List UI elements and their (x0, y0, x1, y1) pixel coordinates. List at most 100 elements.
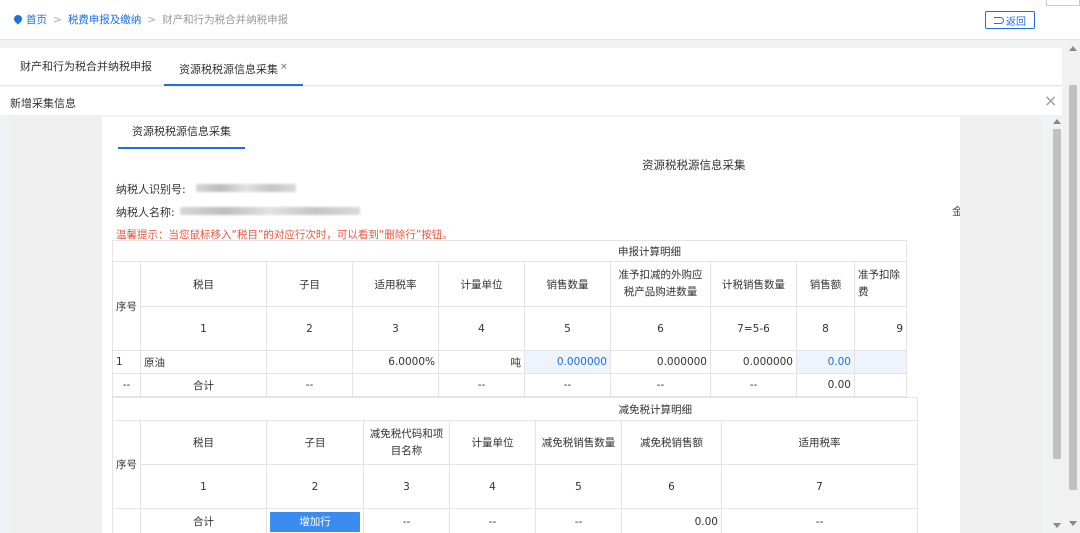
add-row-button[interactable]: 增加行 (270, 511, 360, 532)
total-seq: -- (112, 373, 141, 397)
col-header: 准予扣除费 (854, 261, 907, 307)
top-corner-frame (1046, 0, 1080, 6)
modal-header: 新增采集信息 × (0, 87, 1062, 115)
col-number: 3 (352, 306, 439, 351)
row-seq: 1 (112, 350, 141, 374)
scrollbar-thumb[interactable] (1069, 85, 1077, 490)
form-title: 资源税税源信息采集 (642, 158, 746, 172)
col-number: 4 (438, 306, 525, 351)
reduction-detail-table: 减免税计算明细 序号 税目 子目 减免税代码和项目名称 计量单位 减免税销售数量… (112, 397, 918, 533)
col-header: 计税销售数量 (710, 261, 797, 307)
total-deduct-fee (854, 373, 907, 397)
back-button[interactable]: 返回 (985, 11, 1035, 29)
col-header: 减免税销售数量 (535, 420, 622, 465)
total-subitem: -- (266, 373, 353, 397)
col-number: 8 (796, 306, 855, 351)
top-bar: 首页 > 税费申报及缴纳 > 财产和行为税合并纳税申报 返回 (0, 0, 1080, 40)
col-header: 税目 (140, 420, 267, 465)
col-header: 税目 (140, 261, 267, 307)
taxpayer-name-redacted (180, 207, 360, 215)
back-button-label: 返回 (1006, 16, 1026, 28)
col-header: 计量单位 (438, 261, 525, 307)
section-title: 申报计算明细 (112, 240, 907, 262)
col-number: 2 (266, 464, 364, 509)
col-header: 子目 (266, 261, 353, 307)
scroll-up-arrow-icon[interactable] (1069, 46, 1077, 51)
modal-scrollbar[interactable] (1050, 115, 1064, 533)
return-arrow-icon (994, 16, 1004, 24)
breadcrumb: 首页 > 税费申报及缴纳 > 财产和行为税合并纳税申报 (12, 12, 289, 27)
row-rate: 6.0000% (352, 350, 439, 374)
tab-label: 资源税税源信息采集 (179, 63, 278, 76)
col-number: 6 (610, 306, 711, 351)
breadcrumb-current: 财产和行为税合并纳税申报 (162, 14, 289, 26)
col-number: 9 (854, 306, 907, 351)
tab-label: 财产和行为税合并纳税申报 (20, 60, 152, 73)
table-row: 1 原油 6.0000% 吨 0.000000 0.000000 0.00000… (112, 350, 907, 374)
row-deduct-quantity: 0.000000 (610, 350, 711, 374)
deduct-fee-input[interactable] (854, 350, 907, 374)
breadcrumb-separator: > (53, 14, 62, 26)
add-row-cell: 增加行 (266, 508, 364, 533)
col-number: 4 (449, 464, 536, 509)
total-row: -- 合计 -- -- -- -- -- 0.00 (112, 373, 907, 397)
total-c5: -- (535, 508, 622, 533)
col-number: 2 (266, 306, 353, 351)
total-c7: -- (721, 508, 918, 533)
breadcrumb-separator: > (147, 14, 157, 26)
col-number: 6 (621, 464, 722, 509)
breadcrumb-tax-declaration-link[interactable]: 税费申报及缴纳 (68, 14, 142, 26)
col-number: 7 (721, 464, 918, 509)
total-rate (352, 373, 439, 397)
col-header: 销售数量 (524, 261, 611, 307)
scrollbar-thumb[interactable] (1053, 129, 1061, 459)
panel-tab-resource-tax[interactable]: 资源税税源信息采集 (118, 117, 245, 149)
row-taxable-quantity: 0.000000 (710, 350, 797, 374)
seq-header: 序号 (112, 261, 141, 351)
row-unit: 吨 (438, 350, 525, 374)
col-number: 5 (524, 306, 611, 351)
tab-close-icon[interactable]: × (280, 62, 288, 72)
total-seq (112, 508, 141, 533)
col-number: 3 (363, 464, 450, 509)
declaration-detail-table: 申报计算明细 序号 税目 子目 适用税率 计量单位 销售数量 准予扣减的外购应税… (112, 240, 907, 397)
col-header: 适用税率 (352, 261, 439, 307)
seq-header: 序号 (112, 420, 141, 509)
page-scrollbar[interactable] (1066, 40, 1080, 533)
tab-resource-tax-collection[interactable]: 资源税税源信息采集 × (164, 48, 303, 86)
location-pin-icon (12, 13, 24, 25)
modal-close-icon[interactable]: × (1044, 91, 1057, 110)
total-row: 合计 增加行 -- -- -- 0.00 -- (112, 508, 918, 533)
col-number: 5 (535, 464, 622, 509)
sales-quantity-input[interactable]: 0.000000 (524, 350, 611, 374)
breadcrumb-home-link[interactable]: 首页 (26, 14, 47, 26)
col-header: 减免税代码和项目名称 (363, 420, 450, 465)
scroll-up-arrow-icon[interactable] (1053, 119, 1061, 124)
total-deduct-qty: -- (610, 373, 711, 397)
total-label: 合计 (140, 508, 267, 533)
total-sales-amount: 0.00 (796, 373, 855, 397)
section-title: 减免税计算明细 (112, 397, 918, 421)
tab-bar: 财产和行为税合并纳税申报 资源税税源信息采集 × (0, 48, 1062, 86)
total-sales-qty: -- (524, 373, 611, 397)
row-subitem[interactable] (266, 350, 353, 374)
modal-body: 资源税税源信息采集 资源税税源信息采集 纳税人识别号: 纳税人名称: 金 温馨提… (10, 115, 1042, 533)
total-unit: -- (438, 373, 525, 397)
truncated-field-label: 金 (952, 205, 960, 218)
sales-amount-input[interactable]: 0.00 (796, 350, 855, 374)
modal-title: 新增采集信息 (10, 97, 76, 110)
col-header: 销售额 (796, 261, 855, 307)
scroll-down-arrow-icon[interactable] (1053, 523, 1061, 528)
taxpayer-name-label: 纳税人名称: (116, 206, 175, 219)
total-c4: -- (449, 508, 536, 533)
col-number: 1 (140, 464, 267, 509)
tab-combined-tax-declaration[interactable]: 财产和行为税合并纳税申报 (20, 48, 152, 86)
scroll-down-arrow-icon[interactable] (1069, 521, 1077, 526)
col-number: 7=5-6 (710, 306, 797, 351)
row-tax-item[interactable]: 原油 (140, 350, 267, 374)
collection-panel: 资源税税源信息采集 资源税税源信息采集 纳税人识别号: 纳税人名称: 金 温馨提… (102, 117, 960, 533)
col-header: 子目 (266, 420, 364, 465)
taxpayer-id-label: 纳税人识别号: (116, 183, 186, 196)
total-c6: 0.00 (621, 508, 722, 533)
taxpayer-id-redacted (196, 184, 296, 192)
